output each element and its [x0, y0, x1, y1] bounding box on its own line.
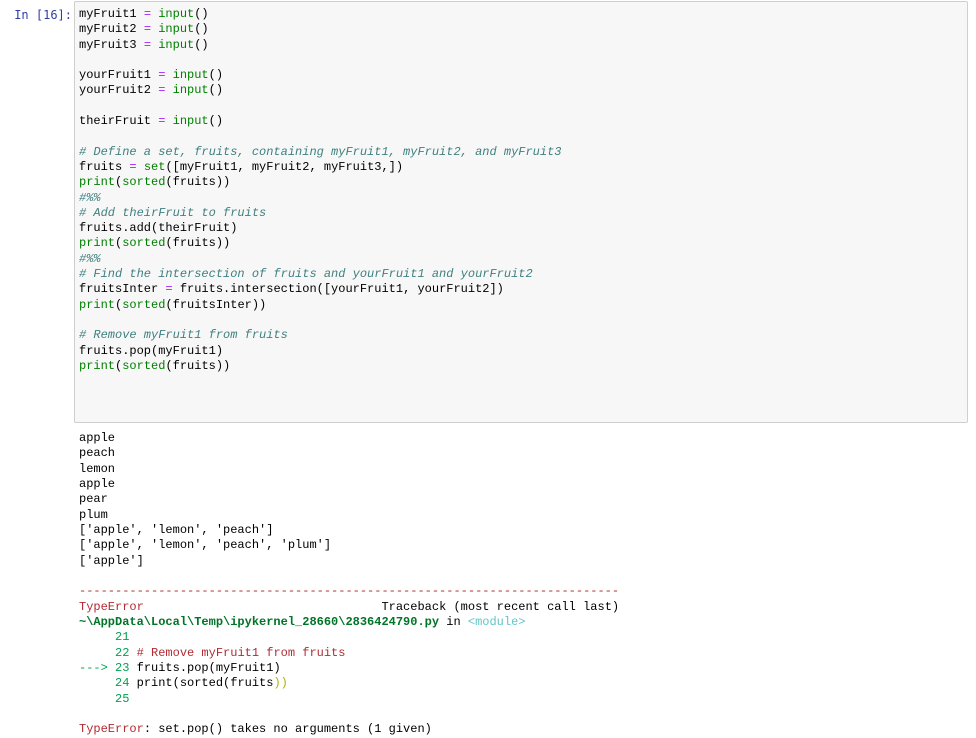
line-number: 24	[115, 676, 130, 691]
stdout-line: pear	[79, 492, 108, 507]
traceback-comment: # Remove myFruit1 from fruits	[136, 645, 346, 660]
traceback-code-parens: ))	[273, 676, 288, 691]
stdout-line: apple	[79, 431, 116, 445]
code-line: theirFruit = input()	[79, 114, 224, 129]
stdout-line: ['apple', 'lemon', 'peach']	[79, 523, 274, 538]
code-line: fruits = set([myFruit1, myFruit2, myFrui…	[79, 159, 404, 174]
input-prompt: In [16]:	[14, 8, 72, 22]
traceback-line: 25	[79, 692, 619, 707]
code-line: fruits.pop(myFruit1)	[79, 343, 224, 358]
code-line: myFruit2 = input()	[79, 22, 209, 37]
error-name: TypeError	[79, 599, 144, 614]
traceback-file: ~\AppData\Local\Temp\ipykernel_28660\283…	[79, 615, 619, 630]
code-content[interactable]: myFruit1 = input() myFruit2 = input() myFr…	[79, 7, 561, 374]
code-comment: # Add theirFruit to fruits	[79, 205, 267, 220]
stdout-line: plum	[79, 507, 108, 522]
cell-output: apple peach lemon apple pear plum ['apple', 'l…	[79, 431, 619, 738]
code-line: yourFruit2 = input()	[79, 83, 224, 98]
code-line: print(sorted(fruits))	[79, 358, 231, 373]
stdout-line: apple	[79, 477, 116, 492]
code-line: myFruit3 = input()	[79, 37, 209, 52]
traceback-code: fruits.pop(myFruit1)	[136, 661, 281, 676]
code-comment: #%%	[79, 251, 101, 266]
code-comment: # Define a set, fruits, containing myFru…	[79, 144, 562, 159]
traceback-label: Traceback (most recent call last)	[381, 599, 620, 614]
final-error-name: TypeError	[79, 722, 144, 737]
traceback-line-current: ---> 23 fruits.pop(myFruit1)	[79, 661, 619, 676]
traceback-separator: ----------------------------------------…	[79, 584, 620, 599]
line-number: 25	[115, 691, 130, 706]
line-number: 23	[115, 661, 130, 676]
code-line: fruits.add(theirFruit)	[79, 221, 238, 236]
stdout-line: peach	[79, 446, 116, 461]
file-path-link[interactable]: ~\AppData\Local\Temp\ipykernel_28660\283…	[79, 615, 439, 629]
stdout-line: ['apple']	[79, 553, 144, 568]
traceback-line: 21	[79, 630, 619, 645]
line-number: 21	[115, 630, 130, 645]
module-name: <module>	[467, 615, 526, 630]
code-comment: # Find the intersection of fruits and yo…	[79, 267, 533, 282]
code-line: myFruit1 = input()	[79, 7, 209, 21]
line-number: 22	[115, 645, 130, 660]
in-word: in	[439, 615, 468, 630]
code-comment: # Remove myFruit1 from fruits	[79, 328, 288, 343]
code-comment: #%%	[79, 190, 101, 205]
code-line: fruitsInter = fruits.intersection([yourF…	[79, 282, 504, 297]
error-arrow: --->	[79, 661, 108, 676]
traceback-code: print(sorted(fruits	[136, 676, 274, 691]
code-line: print(sorted(fruitsInter))	[79, 297, 267, 312]
final-error-message: : set.pop() takes no arguments (1 given)	[143, 722, 432, 737]
code-line: print(sorted(fruits))	[79, 175, 231, 190]
traceback-line: 22 # Remove myFruit1 from fruits	[79, 646, 619, 661]
traceback-line: 24 print(sorted(fruits))	[79, 676, 619, 691]
stdout-line: ['apple', 'lemon', 'peach', 'plum']	[79, 538, 332, 553]
error-message-line: TypeError: set.pop() takes no arguments …	[79, 722, 619, 737]
code-line: yourFruit1 = input()	[79, 68, 224, 83]
stdout-line: lemon	[79, 461, 116, 476]
notebook-cell: In [16]: myFruit1 = input() myFruit2 = in…	[0, 0, 976, 736]
traceback-header: TypeError Traceback (most recent call la…	[79, 600, 619, 615]
code-line: print(sorted(fruits))	[79, 236, 231, 251]
